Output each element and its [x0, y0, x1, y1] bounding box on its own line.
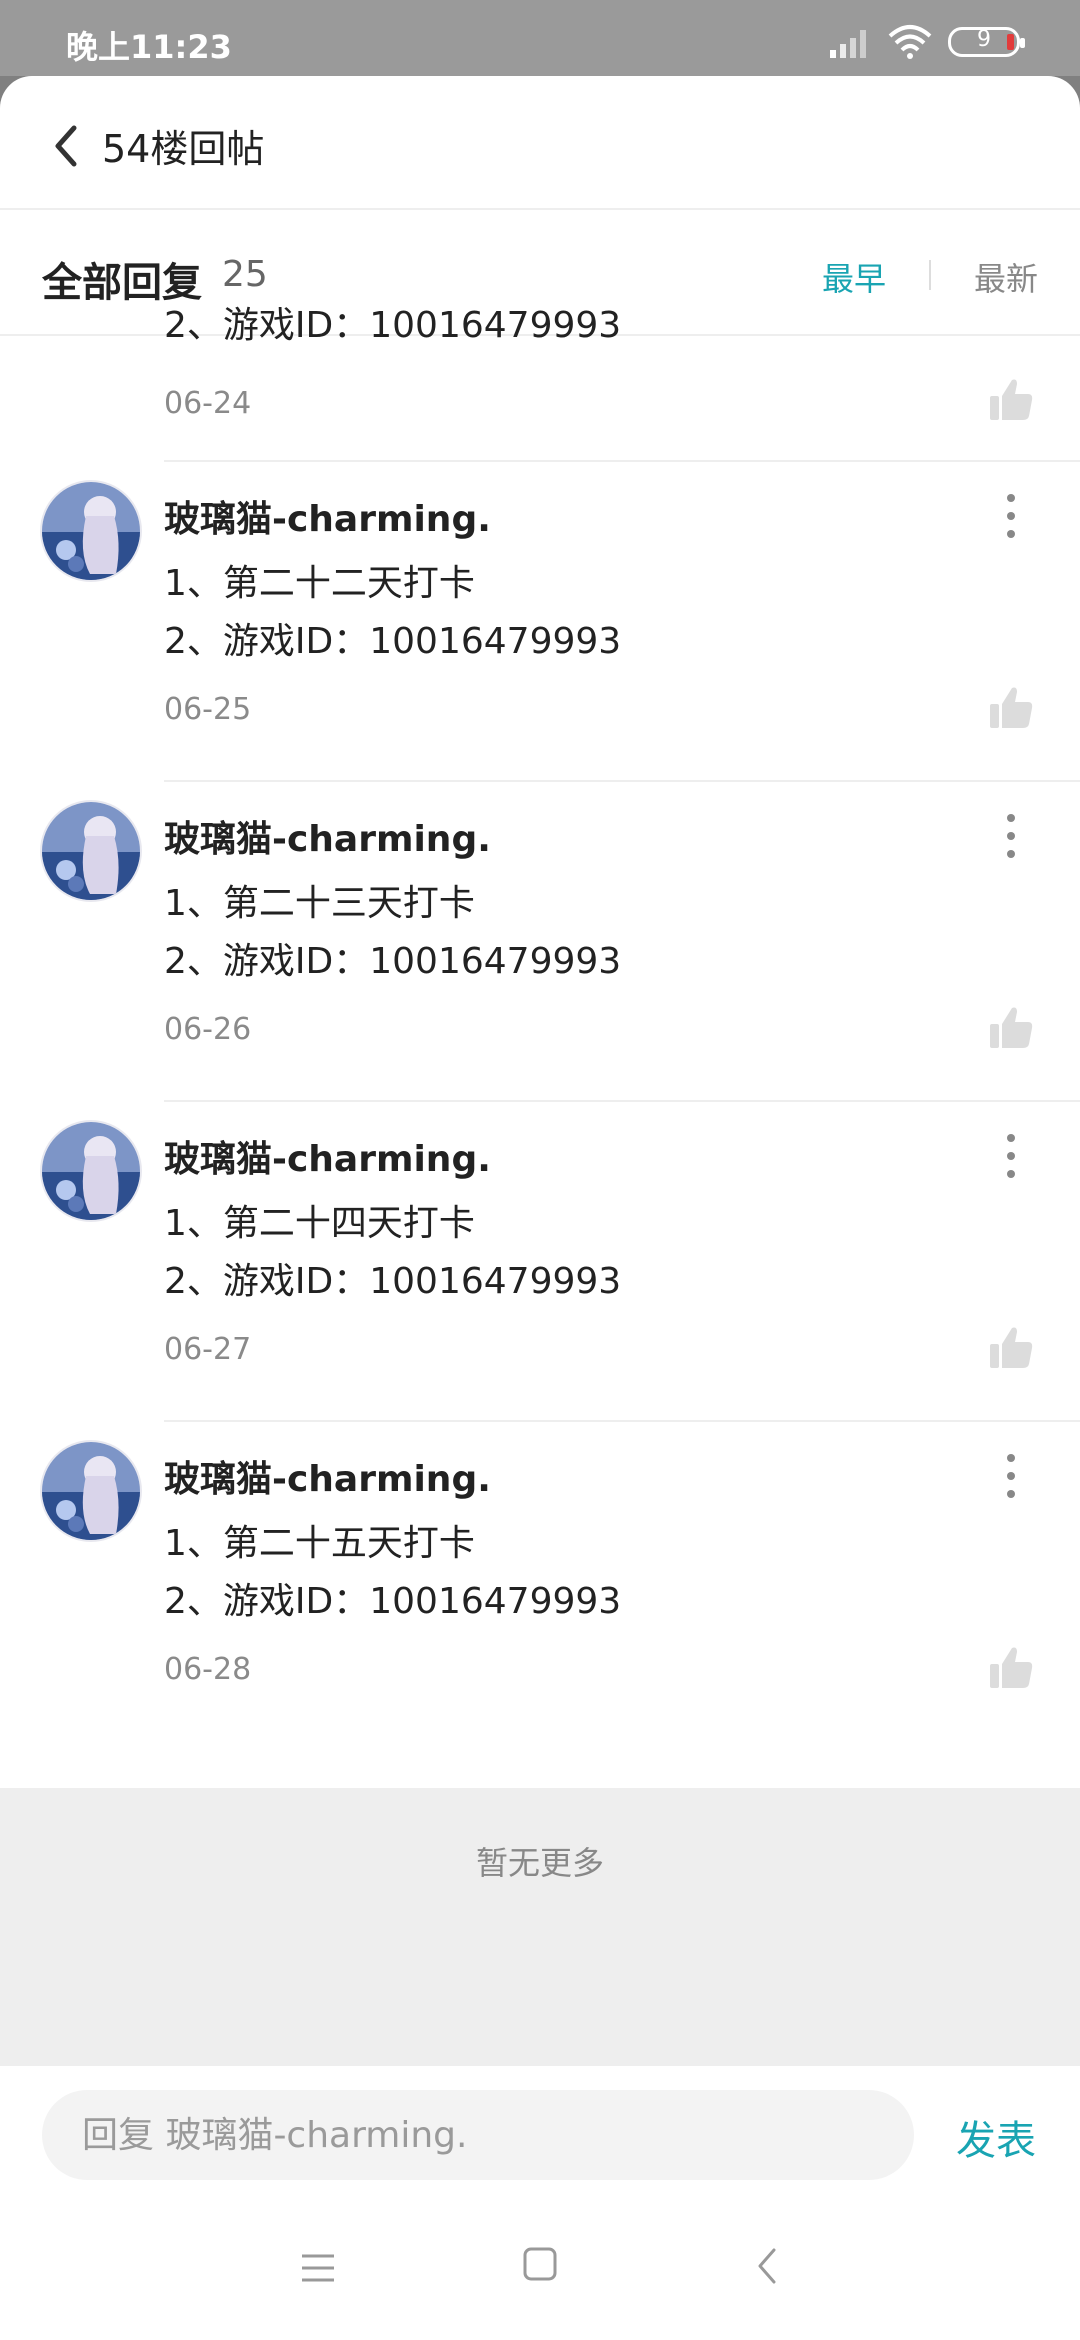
avatar[interactable]	[42, 802, 140, 900]
no-more-text: 暂无更多	[475, 1844, 604, 1882]
home-icon[interactable]	[522, 2246, 558, 2282]
more-options-icon[interactable]	[994, 1446, 1028, 1506]
reply-author[interactable]: 玻璃猫-charming.	[164, 1130, 491, 1182]
reply-line-2: 2、游戏ID：10016479993	[164, 1581, 622, 1622]
status-bar: 晚上11:23 9	[0, 0, 1080, 76]
wifi-icon	[888, 25, 932, 59]
reply-date: 06-25	[164, 692, 252, 727]
reply-line-2: 2、游戏ID：10016479993	[164, 941, 622, 982]
back-icon[interactable]	[752, 2244, 782, 2288]
more-options-icon[interactable]	[994, 806, 1028, 866]
signal-icon	[830, 30, 866, 58]
avatar[interactable]	[42, 482, 140, 580]
reply-line-2: 2、游戏ID：10016479993	[164, 305, 622, 346]
reply-line-2: 2、游戏ID：10016479993	[164, 621, 622, 662]
reply-line-1: 1、第二十五天打卡	[164, 1523, 475, 1564]
status-icons: 9	[828, 24, 1025, 60]
reply-item: 玻璃猫-charming. 1、第二十四天打卡 2、游戏ID：100164799…	[0, 1102, 1080, 1422]
reply-item: 玻璃猫-charming. 1、第二十五天打卡 2、游戏ID：100164799…	[0, 1422, 1080, 1742]
reply-line-1: 1、第二十二天打卡	[164, 563, 475, 604]
reply-line-2: 2、游戏ID：10016479993	[164, 1261, 622, 1302]
reply-item: 玻璃猫-charming. 1、第二十二天打卡 2、游戏ID：100164799…	[0, 462, 1080, 782]
menu-icon[interactable]	[298, 2248, 338, 2288]
reply-sheet: 54楼回帖 全部回复 25 最早 最新 2、游戏ID：10016479993 0…	[0, 76, 1080, 2340]
reply-input[interactable]	[42, 2090, 914, 2180]
thumbs-up-icon[interactable]	[986, 1324, 1036, 1374]
thumbs-up-icon[interactable]	[986, 1644, 1036, 1694]
battery-icon: 9	[948, 27, 1025, 57]
post-button[interactable]: 发表	[956, 2108, 1036, 2166]
more-options-icon[interactable]	[994, 1126, 1028, 1186]
reply-date: 06-26	[164, 1012, 252, 1047]
avatar[interactable]	[42, 1442, 140, 1540]
reply-item: 2、游戏ID：10016479993 06-24	[0, 216, 1080, 462]
battery-tip	[1020, 38, 1025, 48]
compose-bar: 发表	[0, 2064, 1080, 2208]
no-more-area: 暂无更多	[0, 1788, 1080, 2064]
battery-low-indicator	[1007, 34, 1014, 50]
reply-item: 玻璃猫-charming. 1、第二十三天打卡 2、游戏ID：100164799…	[0, 782, 1080, 1102]
reply-line-1: 1、第二十四天打卡	[164, 1203, 475, 1244]
thumbs-up-icon[interactable]	[986, 376, 1036, 426]
page-title: 54楼回帖	[102, 127, 265, 171]
avatar[interactable]	[42, 1122, 140, 1220]
reply-line-1: 1、第二十三天打卡	[164, 883, 475, 924]
reply-date: 06-28	[164, 1652, 252, 1687]
status-time: 晚上11:23	[66, 28, 232, 66]
reply-author[interactable]: 玻璃猫-charming.	[164, 810, 491, 862]
reply-date: 06-27	[164, 1332, 252, 1367]
thumbs-up-icon[interactable]	[986, 684, 1036, 734]
system-nav-bar	[0, 2206, 1080, 2340]
chevron-left-icon[interactable]	[46, 116, 86, 176]
reply-author[interactable]: 玻璃猫-charming.	[164, 1450, 491, 1502]
thumbs-up-icon[interactable]	[986, 1004, 1036, 1054]
header: 54楼回帖	[0, 76, 1080, 210]
reply-date: 06-24	[164, 386, 252, 421]
more-options-icon[interactable]	[994, 486, 1028, 546]
reply-author[interactable]: 玻璃猫-charming.	[164, 490, 491, 542]
